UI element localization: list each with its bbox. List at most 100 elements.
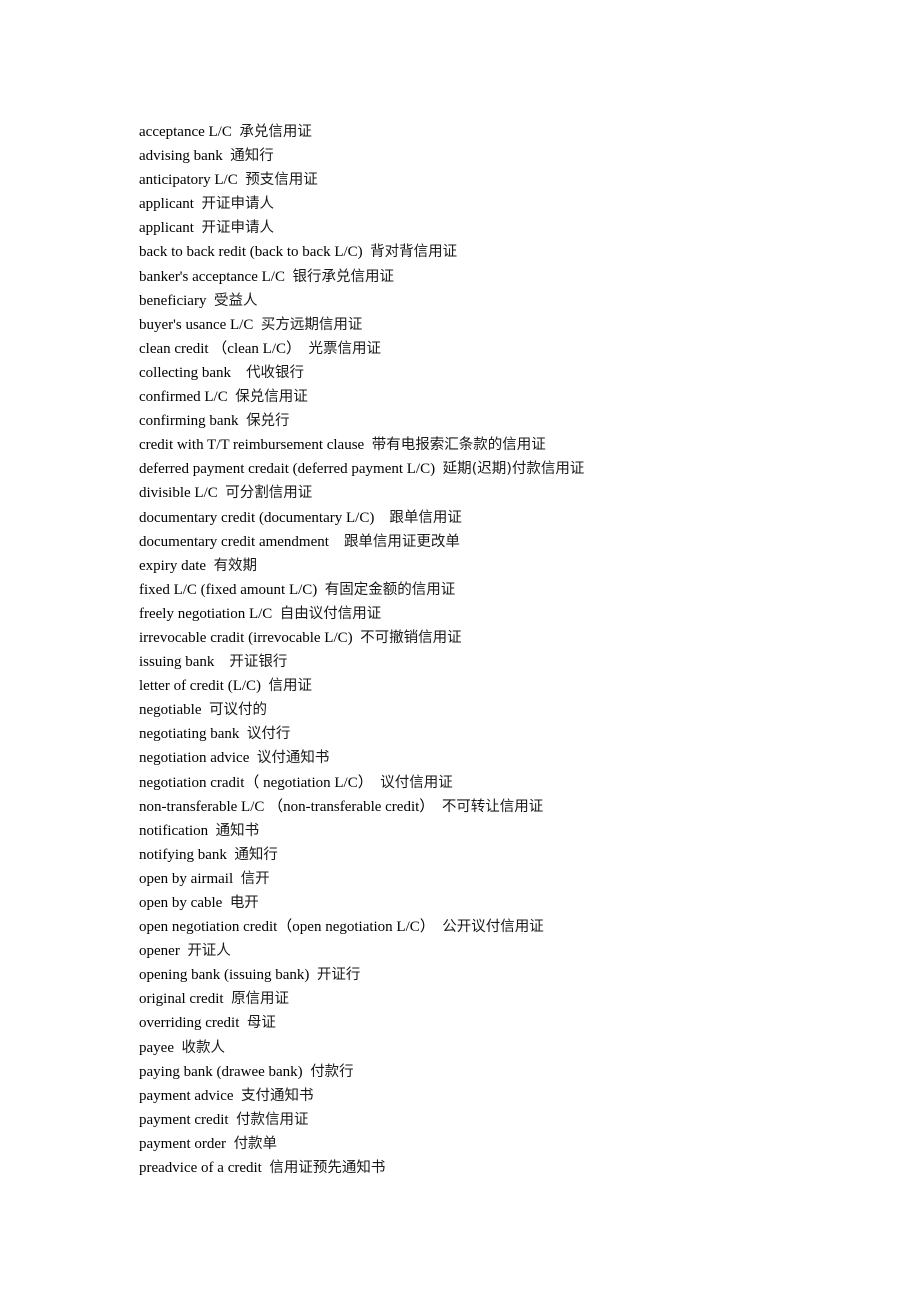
entry-term: original credit <box>139 991 224 1008</box>
entry-translation: 预支信用证 <box>245 172 318 189</box>
entry-term: collecting bank <box>139 364 232 381</box>
glossary-entry: confirming bank 保兑行 <box>139 409 584 433</box>
entry-separator <box>224 991 232 1007</box>
entry-translation: 付款单 <box>233 1135 278 1152</box>
entry-translation: 电开 <box>229 895 259 911</box>
glossary-entry: fixed L/C (fixed amount L/C) 有固定金额的信用证 <box>139 578 584 602</box>
entry-separator <box>301 341 309 357</box>
entry-separator <box>364 437 372 453</box>
entry-translation: 自由议付信用证 <box>279 605 382 622</box>
entry-translation: 延期(迟期)付款信用证 <box>442 461 585 478</box>
entry-term: non-transferable L/C （non-transferable c… <box>139 798 435 815</box>
glossary-entry: open negotiation credit（open negotiation… <box>139 915 584 939</box>
entry-translation: 付款行 <box>310 1063 354 1080</box>
entry-term: open by airmail <box>139 870 234 887</box>
entry-term: credit with T/T reimbursement clause <box>139 437 365 454</box>
glossary-entry: acceptance L/C 承兑信用证 <box>139 120 584 144</box>
glossary-entry: preadvice of a credit 信用证预先通知书 <box>139 1156 584 1180</box>
entry-term: deferred payment credait (deferred payme… <box>139 461 436 478</box>
entry-term: opening bank (issuing bank) <box>139 967 310 984</box>
entry-translation: 可议付的 <box>208 702 267 719</box>
entry-term: notifying bank <box>139 846 227 863</box>
glossary-entry: payment advice 支付通知书 <box>139 1084 584 1108</box>
glossary-entry: deferred payment credait (deferred payme… <box>139 457 584 481</box>
glossary-entry: collecting bank 代收银行 <box>139 361 584 385</box>
glossary-entry: back to back redit (back to back L/C) 背对… <box>139 240 584 264</box>
entry-translation: 银行承兑信用证 <box>292 268 394 285</box>
glossary-entry: opening bank (issuing bank) 开证行 <box>139 963 584 987</box>
entry-term: advising bank <box>139 148 223 165</box>
entry-separator <box>206 558 214 574</box>
entry-term: payee <box>139 1039 174 1056</box>
glossary-entry: negotiable 可议付的 <box>139 698 584 722</box>
entry-separator <box>201 702 209 718</box>
glossary-entry: negotiation advice 议付通知书 <box>139 746 584 770</box>
entry-term: beneficiary <box>139 292 207 309</box>
entry-translation: 议付信用证 <box>380 774 453 791</box>
glossary-entry: open by cable 电开 <box>139 891 584 915</box>
entry-separator <box>309 967 317 983</box>
glossary-entry: documentary credit amendment 跟单信用证更改单 <box>139 530 584 554</box>
entry-term: payment advice <box>139 1087 234 1104</box>
glossary-entry: issuing bank 开证银行 <box>139 650 584 674</box>
entry-term: applicant <box>139 220 194 237</box>
entry-separator <box>206 293 214 309</box>
entry-term: buyer's usance L/C <box>139 316 254 333</box>
entry-translation: 通知书 <box>215 822 260 839</box>
entry-term: preadvice of a credit <box>139 1160 262 1177</box>
entry-translation: 带有电报索汇条款的信用证 <box>371 437 546 454</box>
entry-translation: 议付行 <box>246 726 291 743</box>
entry-translation: 原信用证 <box>231 991 290 1008</box>
entry-separator <box>261 678 269 694</box>
entry-separator <box>253 317 261 333</box>
entry-translation: 可分割信用证 <box>225 485 313 502</box>
glossary-entry: open by airmail 信开 <box>139 867 584 891</box>
glossary-entry: advising bank 通知行 <box>139 144 584 168</box>
entry-separator <box>272 606 280 622</box>
entry-separator <box>214 654 229 670</box>
glossary-entry: original credit 原信用证 <box>139 987 584 1011</box>
entry-term: freely negotiation L/C <box>139 605 273 622</box>
entry-term: negotiable <box>139 702 202 719</box>
entry-translation: 开证银行 <box>229 654 288 671</box>
glossary-entry: clean credit （clean L/C） 光票信用证 <box>139 337 584 361</box>
entry-term: documentary credit amendment <box>139 533 329 550</box>
entry-separator <box>239 726 247 742</box>
entry-translation: 收款人 <box>181 1039 225 1056</box>
entry-separator <box>435 461 443 477</box>
entry-term: opener <box>139 943 180 960</box>
entry-term: documentary credit (documentary L/C) <box>139 509 375 526</box>
entry-translation: 通知行 <box>230 148 274 165</box>
document-page: acceptance L/C 承兑信用证 advising bank 通知行 ant… <box>0 0 920 1302</box>
entry-term: back to back redit (back to back L/C) <box>139 244 363 261</box>
entry-separator <box>239 1015 247 1031</box>
entry-translation: 不可转让信用证 <box>441 798 544 815</box>
entry-translation: 保兑信用证 <box>235 389 308 406</box>
entry-separator <box>222 895 230 911</box>
glossary-entry: banker's acceptance L/C 银行承兑信用证 <box>139 265 584 289</box>
entry-translation: 有效期 <box>213 557 258 574</box>
glossary-entry: payee 收款人 <box>139 1036 584 1060</box>
entry-term: issuing bank <box>139 654 215 671</box>
glossary-entry: applicant 开证申请人 <box>139 192 584 216</box>
entry-translation: 信用证 <box>268 678 313 695</box>
entry-translation: 跟单信用证 <box>389 509 462 526</box>
glossary-entry: opener 开证人 <box>139 939 584 963</box>
glossary-entry: applicant 开证申请人 <box>139 216 584 240</box>
entry-term: divisible L/C <box>139 485 218 502</box>
entry-term: fixed L/C (fixed amount L/C) <box>139 581 318 598</box>
entry-term: payment credit <box>139 1111 229 1128</box>
glossary-entry: overriding credit 母证 <box>139 1011 584 1035</box>
entry-translation: 保兑行 <box>246 413 290 430</box>
entry-translation: 不可撤销信用证 <box>360 629 462 646</box>
entry-separator <box>226 1136 234 1152</box>
entry-translation: 光票信用证 <box>308 340 382 357</box>
entry-translation: 开证人 <box>187 943 231 960</box>
entry-translation: 承兑信用证 <box>239 124 312 140</box>
glossary-entry: documentary credit (documentary L/C) 跟单信… <box>139 506 584 530</box>
entry-separator <box>374 510 389 526</box>
glossary-entry: non-transferable L/C （non-transferable c… <box>139 795 584 819</box>
entry-separator <box>329 534 344 550</box>
entry-term: negotiating bank <box>139 726 240 743</box>
entry-separator <box>208 823 216 839</box>
